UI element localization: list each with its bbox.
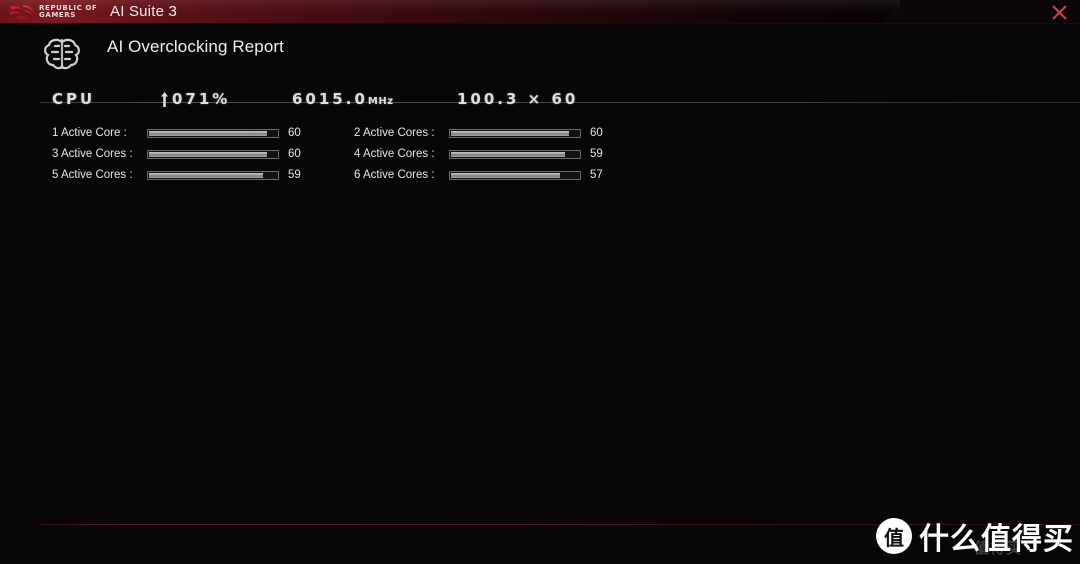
watermark-text: 什么值得买 xyxy=(919,522,1074,557)
core-row-label: 6 Active Cores : xyxy=(354,169,435,181)
core-ratio-bar xyxy=(147,170,279,180)
rog-eye-icon xyxy=(8,4,34,20)
core-row-label: 2 Active Cores : xyxy=(354,127,435,139)
core-ratio-bar-fill xyxy=(451,151,565,157)
page-header: AI Overclocking Report xyxy=(0,24,1080,103)
ai-suite-window: REPUBLIC OF GAMERS AI Suite 3 AI Overclo… xyxy=(0,0,1080,564)
cpu-label: CPU xyxy=(52,90,96,108)
table-row: 5 Active Cores : 59 xyxy=(52,165,318,185)
ai-brain-icon xyxy=(42,36,82,72)
core-ratio-bar xyxy=(449,170,581,180)
rog-logo: REPUBLIC OF GAMERS xyxy=(8,1,97,23)
table-row: 4 Active Cores : 59 xyxy=(354,144,620,164)
page-title: AI Overclocking Report xyxy=(107,37,284,56)
close-icon xyxy=(1051,4,1067,20)
table-row: 2 Active Cores : 60 xyxy=(354,123,620,143)
core-ratio-bar-fill xyxy=(451,172,560,178)
cpu-load-value: 071% xyxy=(172,90,231,108)
core-row-value: 57 xyxy=(590,169,603,181)
core-column-left: 1 Active Core : 60 3 Active Cores : 60 5… xyxy=(52,123,318,186)
ai-overclocking-report-panel: CPU 071% 6015.0MHz 100.3 × 60 1 Active C… xyxy=(0,90,1080,181)
core-ratio-bar-fill xyxy=(149,172,263,178)
core-row-label: 1 Active Core : xyxy=(52,127,127,139)
core-ratio-bar-fill xyxy=(149,130,267,136)
cpu-frequency-unit: MHz xyxy=(367,96,394,107)
table-row: 3 Active Cores : 60 xyxy=(52,144,318,164)
table-row: 6 Active Cores : 57 xyxy=(354,165,620,185)
core-ratio-bar xyxy=(449,128,581,138)
core-ratio-bar xyxy=(147,149,279,159)
cpu-summary-row: CPU 071% 6015.0MHz 100.3 × 60 xyxy=(52,90,1080,114)
cpu-frequency-value: 6015.0 xyxy=(292,90,368,108)
cpu-frequency: 6015.0MHz xyxy=(292,90,394,108)
core-ratio-bar xyxy=(147,128,279,138)
core-row-value: 60 xyxy=(590,127,603,139)
close-button[interactable] xyxy=(1040,0,1078,24)
rog-wordmark-line2: GAMERS xyxy=(39,11,76,19)
core-row-value: 59 xyxy=(590,148,603,160)
core-column-right: 2 Active Cores : 60 4 Active Cores : 59 … xyxy=(354,123,620,186)
core-row-value: 60 xyxy=(288,127,301,139)
watermark: 值 什么值得买 xyxy=(876,512,1074,560)
up-arrow-icon xyxy=(160,91,169,107)
cpu-bclk-ratio: 100.3 × 60 xyxy=(457,90,579,108)
table-row: 1 Active Core : 60 xyxy=(52,123,318,143)
title-bar: REPUBLIC OF GAMERS AI Suite 3 xyxy=(0,0,1080,24)
core-row-value: 59 xyxy=(288,169,301,181)
core-ratio-bar-fill xyxy=(451,130,569,136)
core-row-label: 3 Active Cores : xyxy=(52,148,133,160)
rog-wordmark: REPUBLIC OF GAMERS xyxy=(39,5,97,19)
core-ratio-bar xyxy=(449,149,581,159)
watermark-badge-icon: 值 xyxy=(876,518,912,554)
core-row-label: 4 Active Cores : xyxy=(354,148,435,160)
core-ratio-bar-fill xyxy=(149,151,267,157)
core-row-value: 60 xyxy=(288,148,301,160)
cpu-load-group: 071% xyxy=(160,90,230,108)
core-row-label: 5 Active Cores : xyxy=(52,169,133,181)
app-title: AI Suite 3 xyxy=(110,3,178,20)
